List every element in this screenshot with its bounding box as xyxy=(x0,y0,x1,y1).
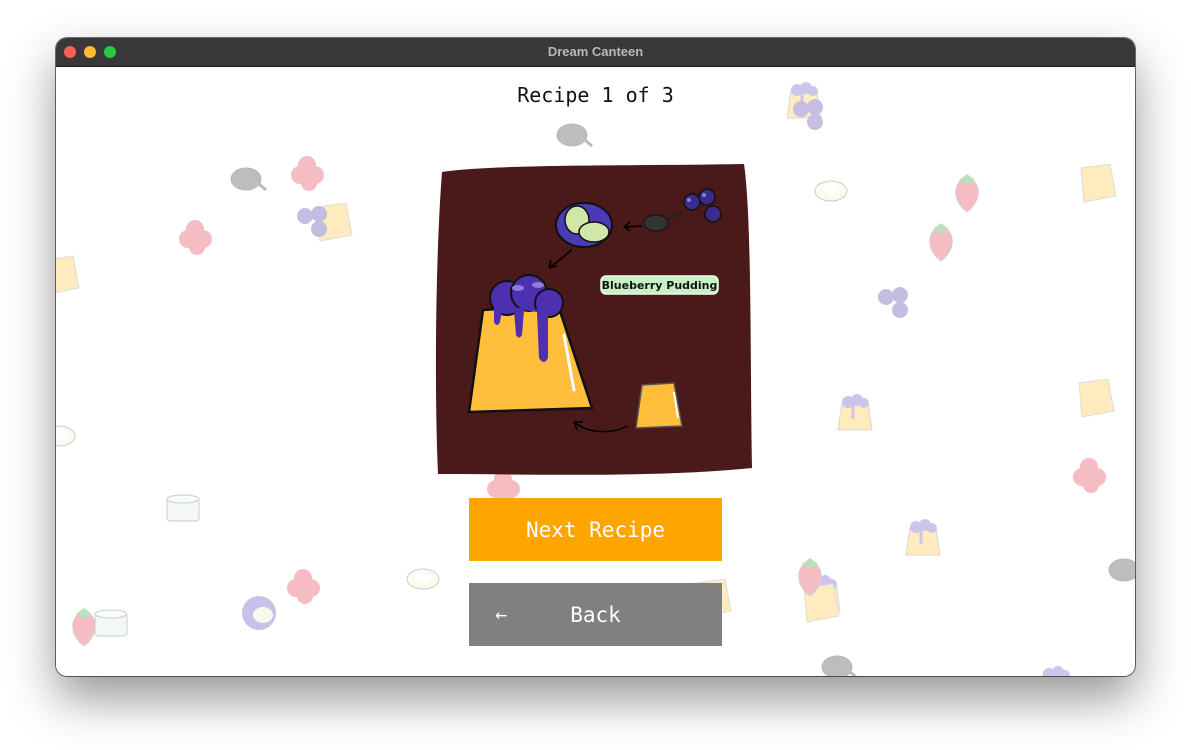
title-bar[interactable]: Dream Canteen xyxy=(56,38,1135,67)
next-recipe-label: Next Recipe xyxy=(525,517,666,542)
window-title: Dream Canteen xyxy=(547,44,644,59)
small-pudding-illustration xyxy=(635,382,683,429)
main-content: Recipe 1 of 3 Blueberry Pudding Next Rec… xyxy=(56,67,1135,676)
app-window: Dream Canteen Recipe 1 of 3 Blueberry Pu… xyxy=(56,38,1135,676)
next-recipe-button[interactable]: Next Recipe xyxy=(469,498,722,561)
blueberry-half-illustration xyxy=(555,202,613,248)
recipe-counter: Recipe 1 of 3 xyxy=(517,83,674,107)
back-label: Back xyxy=(570,602,621,627)
back-button[interactable]: ← Back xyxy=(469,583,722,646)
recipe-illustration: Blueberry Pudding xyxy=(435,164,752,475)
back-arrow-icon: ← xyxy=(495,602,508,626)
recipe-name-label: Blueberry Pudding xyxy=(602,279,718,292)
